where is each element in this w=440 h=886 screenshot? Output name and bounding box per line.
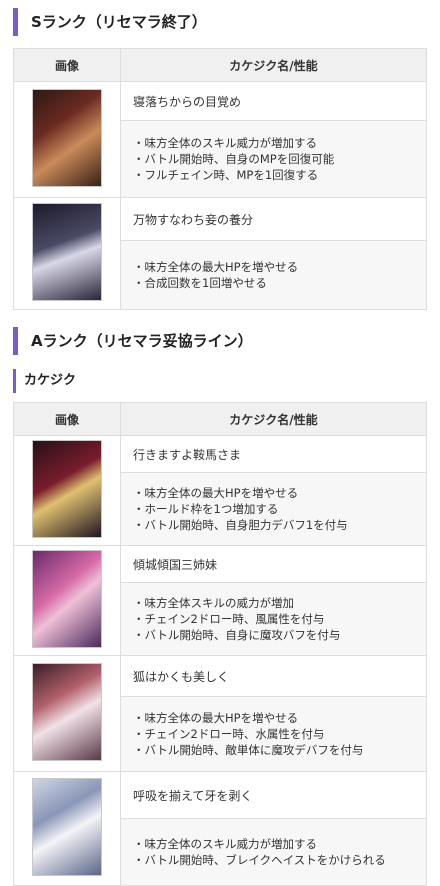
- a-rank-heading: Aランク（リセマラ妥協ライン）: [13, 327, 425, 355]
- effect-line: ・バトル開始時、敵単体に魔攻デバフを付与: [133, 743, 364, 757]
- col-name-header: カケジク名/性能: [120, 48, 427, 82]
- card-name: 行きますよ鞍馬さま: [120, 435, 427, 473]
- card-name: 狐はかくも美しく: [120, 655, 427, 697]
- table-row: 狐はかくも美しく: [13, 655, 427, 772]
- effect-line: ・合成回数を1回増やせる: [133, 276, 267, 290]
- page: Sランク（リセマラ終了） 画像 カケジク名/性能 寝落ちからの目覚め ・味方全体…: [0, 0, 440, 886]
- col-name-header: カケジク名/性能: [120, 402, 427, 436]
- card-effects: ・味方全体の最大HPを増やせる ・ホールド枠を1つ増加する ・バトル開始時、自身…: [120, 472, 427, 546]
- s-rank-heading: Sランク（リセマラ終了）: [13, 8, 425, 36]
- effect-line: ・バトル開始時、自身のMPを回復可能: [133, 152, 335, 166]
- table-row: 万物すなわち妾の養分: [13, 197, 427, 310]
- card-image-cell: [13, 197, 121, 310]
- effect-line: ・バトル開始時、自身に魔攻バフを付与: [133, 628, 341, 642]
- table-header-row: 画像 カケジク名/性能: [13, 48, 427, 82]
- card-effects: ・味方全体のスキル威力が増加する ・バトル開始時、ブレイクヘイストをかけられる: [120, 818, 427, 886]
- card-name: 寝落ちからの目覚め: [120, 81, 427, 121]
- card-image-cell: [13, 771, 121, 886]
- card-name: 傾城傾国三姉妹: [120, 545, 427, 583]
- effect-line: ・ホールド枠を1つ増加する: [133, 502, 279, 516]
- table-header-row: 画像 カケジク名/性能: [13, 402, 427, 436]
- effect-line: ・バトル開始時、自身胆力デバフ1を付与: [133, 518, 348, 532]
- card-image-cell: [13, 435, 121, 546]
- card-image-cell: [13, 81, 121, 198]
- a-rank-table: 画像 カケジク名/性能 行きますよ鞍馬さま ・味方全体の最大HPを増やせる ・ホ…: [13, 402, 427, 886]
- effect-line: ・バトル開始時、ブレイクヘイストをかけられる: [133, 853, 386, 867]
- table-row: 寝落ちからの目覚め: [13, 81, 427, 198]
- card-illustration: [32, 203, 102, 301]
- effect-line: ・味方全体のスキル威力が増加する: [133, 136, 317, 150]
- effect-line: ・味方全体の最大HPを増やせる: [133, 486, 299, 500]
- table-row: 行きますよ鞍馬さま: [13, 435, 427, 546]
- card-effects: ・味方全体スキルの威力が増加 ・チェイン2ドロー時、風属性を付与 ・バトル開始時…: [120, 582, 427, 656]
- card-image-cell: [13, 545, 121, 656]
- table-row: 傾城傾国三姉妹: [13, 545, 427, 656]
- effect-line: ・味方全体の最大HPを増やせる: [133, 260, 299, 274]
- card-effects: ・味方全体の最大HPを増やせる ・合成回数を1回増やせる: [120, 240, 427, 310]
- effect-line: ・フルチェイン時、MPを1回復する: [133, 168, 319, 182]
- table-row: 呼吸を揃えて牙を剥く: [13, 771, 427, 886]
- card-illustration: [32, 440, 102, 538]
- kakejiku-subheading: カケジク: [13, 369, 425, 393]
- col-image-header: 画像: [13, 402, 121, 436]
- card-effects: ・味方全体の最大HPを増やせる ・チェイン2ドロー時、水属性を付与 ・バトル開始…: [120, 696, 427, 772]
- card-illustration: [32, 778, 102, 876]
- effect-line: ・味方全体の最大HPを増やせる: [133, 711, 299, 725]
- card-illustration: [32, 89, 102, 187]
- card-name: 呼吸を揃えて牙を剥く: [120, 771, 427, 819]
- card-name: 万物すなわち妾の養分: [120, 197, 427, 241]
- card-image-cell: [13, 655, 121, 772]
- effect-line: ・チェイン2ドロー時、水属性を付与: [133, 727, 325, 741]
- card-illustration: [32, 550, 102, 648]
- effect-line: ・チェイン2ドロー時、風属性を付与: [133, 612, 325, 626]
- col-image-header: 画像: [13, 48, 121, 82]
- effect-line: ・味方全体のスキル威力が増加する: [133, 837, 317, 851]
- card-effects: ・味方全体のスキル威力が増加する ・バトル開始時、自身のMPを回復可能 ・フルチ…: [120, 120, 427, 198]
- s-rank-table: 画像 カケジク名/性能 寝落ちからの目覚め ・味方全体のスキル威力が増加する ・…: [13, 48, 427, 310]
- card-illustration: [32, 663, 102, 761]
- effect-line: ・味方全体スキルの威力が増加: [133, 596, 294, 610]
